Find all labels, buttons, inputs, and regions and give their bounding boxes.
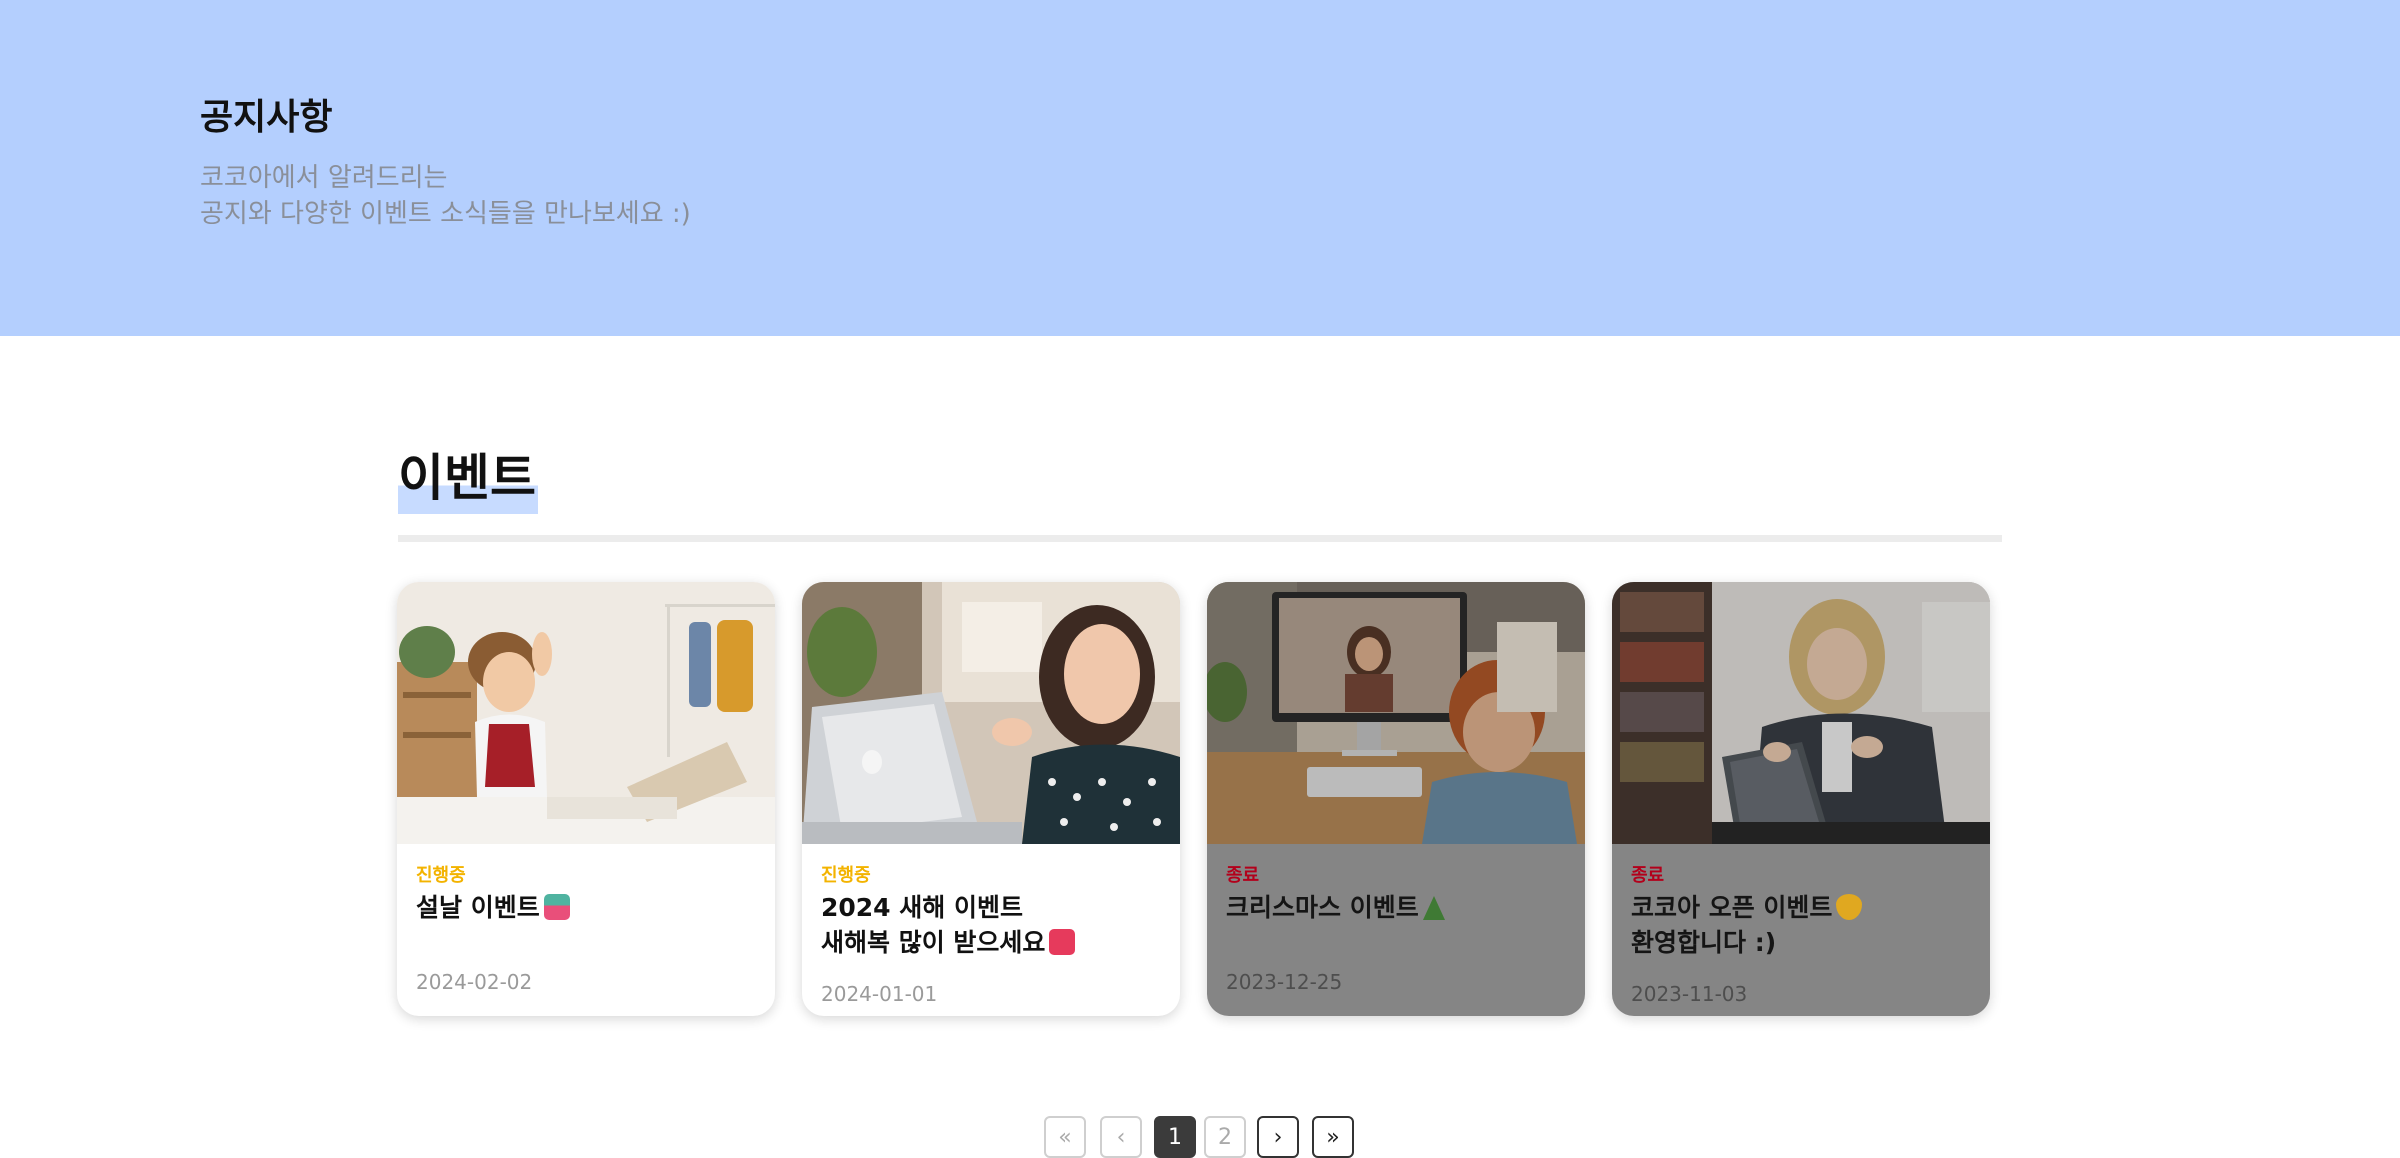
event-title-line: 크리스마스 이벤트 <box>1226 893 1419 922</box>
event-status-badge: 진행중 <box>416 865 466 886</box>
section-divider <box>398 535 2002 542</box>
notice-hero-banner: 공지사항 코코아에서 알려드리는 공지와 다양한 이벤트 소식들을 만나보세요 … <box>0 0 2400 336</box>
event-title: 2024 새해 이벤트새해복 많이 받으세요 <box>821 890 1161 960</box>
page-subtitle: 코코아에서 알려드리는 공지와 다양한 이벤트 소식들을 만나보세요 :) <box>200 160 691 232</box>
subtitle-line-1: 코코아에서 알려드리는 <box>200 163 448 193</box>
event-thumbnail-image <box>1207 582 1585 844</box>
christmas-tree-icon <box>1422 896 1445 920</box>
event-date: 2023-11-03 <box>1631 982 1748 1006</box>
event-title-line: 코코아 오픈 이벤트 <box>1631 893 1833 922</box>
event-title-line: 설날 이벤트 <box>416 893 540 922</box>
event-title: 코코아 오픈 이벤트환영합니다 :) <box>1631 890 1971 960</box>
event-title: 설날 이벤트 <box>416 890 756 925</box>
event-card[interactable]: 진행중 설날 이벤트 2024-02-02 <box>397 582 775 1016</box>
event-card[interactable]: 종료 코코아 오픈 이벤트환영합니다 :) 2023-11-03 <box>1612 582 1990 1016</box>
pagination-first-button[interactable]: « <box>1044 1116 1086 1158</box>
lucky-bag-icon <box>543 894 570 920</box>
event-thumbnail-image <box>1612 582 1990 844</box>
event-thumbnail-image <box>397 582 775 844</box>
event-status-badge: 종료 <box>1226 865 1260 886</box>
yellow-heart-icon <box>1836 894 1863 920</box>
event-date: 2024-02-02 <box>416 970 533 994</box>
pagination-last-button[interactable]: » <box>1312 1116 1354 1158</box>
red-envelope-icon <box>1049 929 1076 955</box>
event-card[interactable]: 종료 크리스마스 이벤트 2023-12-25 <box>1207 582 1585 1016</box>
event-status-badge: 종료 <box>1631 865 1665 886</box>
pagination-page-1[interactable]: 1 <box>1154 1116 1196 1158</box>
event-card[interactable]: 진행중 2024 새해 이벤트새해복 많이 받으세요 2024-01-01 <box>802 582 1180 1016</box>
event-thumbnail-image <box>802 582 1180 844</box>
subtitle-line-2: 공지와 다양한 이벤트 소식들을 만나보세요 :) <box>200 199 691 229</box>
pagination-prev-button[interactable]: ‹ <box>1100 1116 1142 1158</box>
section-title-events: 이벤트 <box>398 446 538 514</box>
event-date: 2023-12-25 <box>1226 970 1343 994</box>
page-title: 공지사항 <box>200 97 333 138</box>
event-title-line-2: 환영합니다 :) <box>1631 928 1777 957</box>
event-title-line: 2024 새해 이벤트 <box>821 893 1023 922</box>
event-title-line-2: 새해복 많이 받으세요 <box>821 928 1046 957</box>
event-card-list: 진행중 설날 이벤트 2024-02-02 진행중 2024 새해 이벤트 새해… <box>397 582 1997 1018</box>
event-title: 크리스마스 이벤트 <box>1226 890 1566 925</box>
event-date: 2024-01-01 <box>821 982 938 1006</box>
pagination-page-2[interactable]: 2 <box>1204 1116 1246 1158</box>
event-status-badge: 진행중 <box>821 865 871 886</box>
pagination-next-button[interactable]: › <box>1257 1116 1299 1158</box>
